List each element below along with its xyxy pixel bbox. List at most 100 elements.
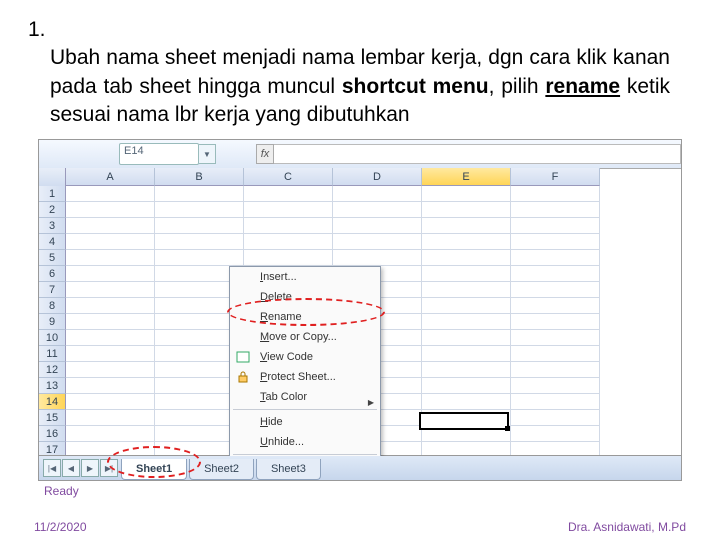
sheet-nav-button[interactable]: ◀ <box>62 459 80 477</box>
cell[interactable] <box>511 346 600 362</box>
cell[interactable] <box>66 298 155 314</box>
cell[interactable] <box>155 186 244 202</box>
cell[interactable] <box>66 394 155 410</box>
cell[interactable] <box>66 218 155 234</box>
cell[interactable] <box>422 282 511 298</box>
cell[interactable] <box>511 234 600 250</box>
col-header-D[interactable]: D <box>333 168 422 186</box>
cell[interactable] <box>511 410 600 426</box>
menu-item-hide[interactable]: Hide <box>230 412 380 432</box>
cell[interactable] <box>422 442 511 456</box>
sheet-tab-sheet2[interactable]: Sheet2 <box>189 459 254 480</box>
cell[interactable] <box>422 266 511 282</box>
col-header-A[interactable]: A <box>66 168 155 186</box>
menu-item-rename[interactable]: Rename <box>230 307 380 327</box>
col-header-C[interactable]: C <box>244 168 333 186</box>
cell[interactable] <box>155 234 244 250</box>
menu-item-delete[interactable]: Delete <box>230 287 380 307</box>
cell[interactable] <box>422 298 511 314</box>
row-header-11[interactable]: 11 <box>39 346 66 362</box>
cell[interactable] <box>511 266 600 282</box>
row-header-9[interactable]: 9 <box>39 314 66 330</box>
menu-item-view-code[interactable]: View Code <box>230 347 380 367</box>
cell[interactable] <box>422 362 511 378</box>
cell[interactable] <box>155 202 244 218</box>
cell[interactable] <box>66 346 155 362</box>
row-header-2[interactable]: 2 <box>39 202 66 218</box>
cell[interactable] <box>422 218 511 234</box>
row-header-14[interactable]: 14 <box>39 394 66 410</box>
cell[interactable] <box>422 250 511 266</box>
cell[interactable] <box>66 202 155 218</box>
cell[interactable] <box>511 378 600 394</box>
cell[interactable] <box>66 266 155 282</box>
cell[interactable] <box>244 202 333 218</box>
cell[interactable] <box>422 378 511 394</box>
row-header-17[interactable]: 17 <box>39 442 66 456</box>
sheet-nav-button[interactable]: ▶ <box>81 459 99 477</box>
cell[interactable] <box>422 234 511 250</box>
cell[interactable] <box>511 186 600 202</box>
cell[interactable] <box>155 218 244 234</box>
cell[interactable] <box>422 330 511 346</box>
row-header-3[interactable]: 3 <box>39 218 66 234</box>
name-box[interactable]: E14 <box>119 143 199 165</box>
cell[interactable] <box>511 202 600 218</box>
cell[interactable] <box>422 314 511 330</box>
row-header-4[interactable]: 4 <box>39 234 66 250</box>
menu-item-unhide-[interactable]: Unhide... <box>230 432 380 452</box>
cell[interactable] <box>333 202 422 218</box>
cell[interactable] <box>511 394 600 410</box>
cell[interactable] <box>511 426 600 442</box>
cell[interactable] <box>66 282 155 298</box>
col-header-F[interactable]: F <box>511 168 600 186</box>
row-header-12[interactable]: 12 <box>39 362 66 378</box>
cell[interactable] <box>66 442 155 456</box>
cell[interactable] <box>511 442 600 456</box>
cell[interactable] <box>244 234 333 250</box>
cell[interactable] <box>333 186 422 202</box>
cell[interactable] <box>422 394 511 410</box>
row-header-1[interactable]: 1 <box>39 186 66 202</box>
cell[interactable] <box>66 410 155 426</box>
col-header-E[interactable]: E <box>422 168 511 186</box>
cell[interactable] <box>244 186 333 202</box>
cell[interactable] <box>422 346 511 362</box>
cell[interactable] <box>66 330 155 346</box>
cell[interactable] <box>66 426 155 442</box>
cell[interactable] <box>511 282 600 298</box>
cell[interactable] <box>511 314 600 330</box>
cell[interactable] <box>333 218 422 234</box>
name-box-dropdown[interactable]: ▼ <box>199 144 216 164</box>
sheet-nav-button[interactable]: |◀ <box>43 459 61 477</box>
row-header-10[interactable]: 10 <box>39 330 66 346</box>
cell[interactable] <box>333 250 422 266</box>
cell[interactable] <box>333 234 422 250</box>
cell[interactable] <box>244 250 333 266</box>
cell[interactable] <box>155 250 244 266</box>
cell[interactable] <box>511 218 600 234</box>
row-header-15[interactable]: 15 <box>39 410 66 426</box>
cell[interactable] <box>511 362 600 378</box>
menu-item-protect-sheet-[interactable]: Protect Sheet... <box>230 367 380 387</box>
sheet-tab-sheet1[interactable]: Sheet1 <box>121 459 187 480</box>
sheet-nav-button[interactable]: ▶| <box>100 459 118 477</box>
cell[interactable] <box>66 234 155 250</box>
cell[interactable] <box>66 362 155 378</box>
menu-item-tab-color[interactable]: Tab Color▶ <box>230 387 380 407</box>
fx-button[interactable]: fx <box>256 144 274 164</box>
cell[interactable] <box>66 250 155 266</box>
cell[interactable] <box>66 314 155 330</box>
formula-input[interactable] <box>274 144 681 164</box>
row-header-7[interactable]: 7 <box>39 282 66 298</box>
active-cell[interactable] <box>419 412 509 430</box>
menu-item-move-or-copy-[interactable]: Move or Copy... <box>230 327 380 347</box>
cell[interactable] <box>511 250 600 266</box>
cell[interactable] <box>511 298 600 314</box>
cell[interactable] <box>511 330 600 346</box>
col-header-B[interactable]: B <box>155 168 244 186</box>
row-header-8[interactable]: 8 <box>39 298 66 314</box>
row-header-6[interactable]: 6 <box>39 266 66 282</box>
cell[interactable] <box>244 218 333 234</box>
row-header-5[interactable]: 5 <box>39 250 66 266</box>
